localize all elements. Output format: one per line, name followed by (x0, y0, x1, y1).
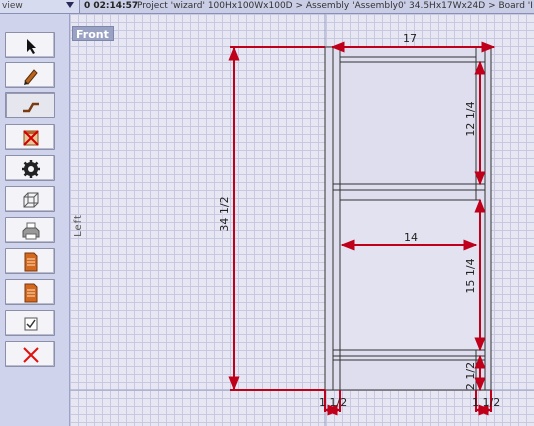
cabinet-front-drawing: 17 34 1/2 12 1/4 15 1/4 14 2 1/2 1 1/2 1… (70, 14, 534, 426)
document-icon (24, 252, 38, 272)
crossed-box-icon (23, 130, 39, 146)
left-side-thickness-label: 1 1/2 (319, 396, 347, 409)
toe-kick-label: 2 1/2 (464, 362, 477, 390)
inner-width-label: 14 (404, 231, 418, 244)
pencil-icon (24, 69, 38, 85)
upper-opening-label: 12 1/4 (464, 101, 477, 136)
close-tool-button[interactable] (5, 341, 55, 367)
pencil-tool-button[interactable] (5, 62, 55, 88)
right-side-thickness-label: 1 1/2 (472, 396, 500, 409)
top-bar: view 0 02:14:57 Project 'wizard' 100Hx10… (0, 0, 534, 14)
3d-view-tool-button[interactable] (5, 186, 55, 212)
rotate-tool-button[interactable] (5, 155, 55, 181)
view-tab-front[interactable]: Front (72, 26, 114, 41)
check-tool-button[interactable] (5, 310, 55, 336)
cube-wireframe-icon (23, 192, 39, 208)
lower-opening-label: 15 1/4 (464, 258, 477, 293)
breadcrumb[interactable]: Project 'wizard' 100Hx100Wx100D > Assemb… (137, 1, 533, 11)
overall-height-label: 34 1/2 (218, 196, 231, 231)
print-tool-button[interactable] (5, 217, 55, 243)
checkbox-icon (24, 317, 38, 331)
select-tool-button[interactable] (5, 32, 55, 58)
elapsed-time: 0 02:14:57 (84, 1, 139, 11)
overall-width-label: 17 (403, 32, 417, 45)
left-toolbar (0, 14, 70, 426)
cursor-arrow-icon (27, 39, 36, 54)
document-tool-button[interactable] (5, 248, 55, 274)
view-menu-label: view (2, 1, 23, 11)
app-window: view 0 02:14:57 Project 'wizard' 100Hx10… (0, 0, 534, 426)
document-tool-2-button[interactable] (5, 279, 55, 305)
document-icon (24, 283, 38, 303)
red-x-icon (23, 347, 39, 363)
printer-icon (22, 222, 40, 240)
view-menu-dropdown[interactable]: view (0, 0, 80, 13)
chevron-down-icon[interactable] (66, 2, 74, 8)
gear-icon (22, 160, 40, 178)
stair-line-icon (23, 102, 39, 113)
cabinet-body (324, 46, 492, 391)
side-label-text: Left (72, 214, 84, 237)
side-label: Left (72, 214, 92, 244)
delete-board-tool-button[interactable] (5, 124, 55, 150)
drawing-canvas[interactable]: 17 34 1/2 12 1/4 15 1/4 14 2 1/2 1 1/2 1… (70, 14, 534, 426)
line-tool-button[interactable] (5, 92, 55, 118)
